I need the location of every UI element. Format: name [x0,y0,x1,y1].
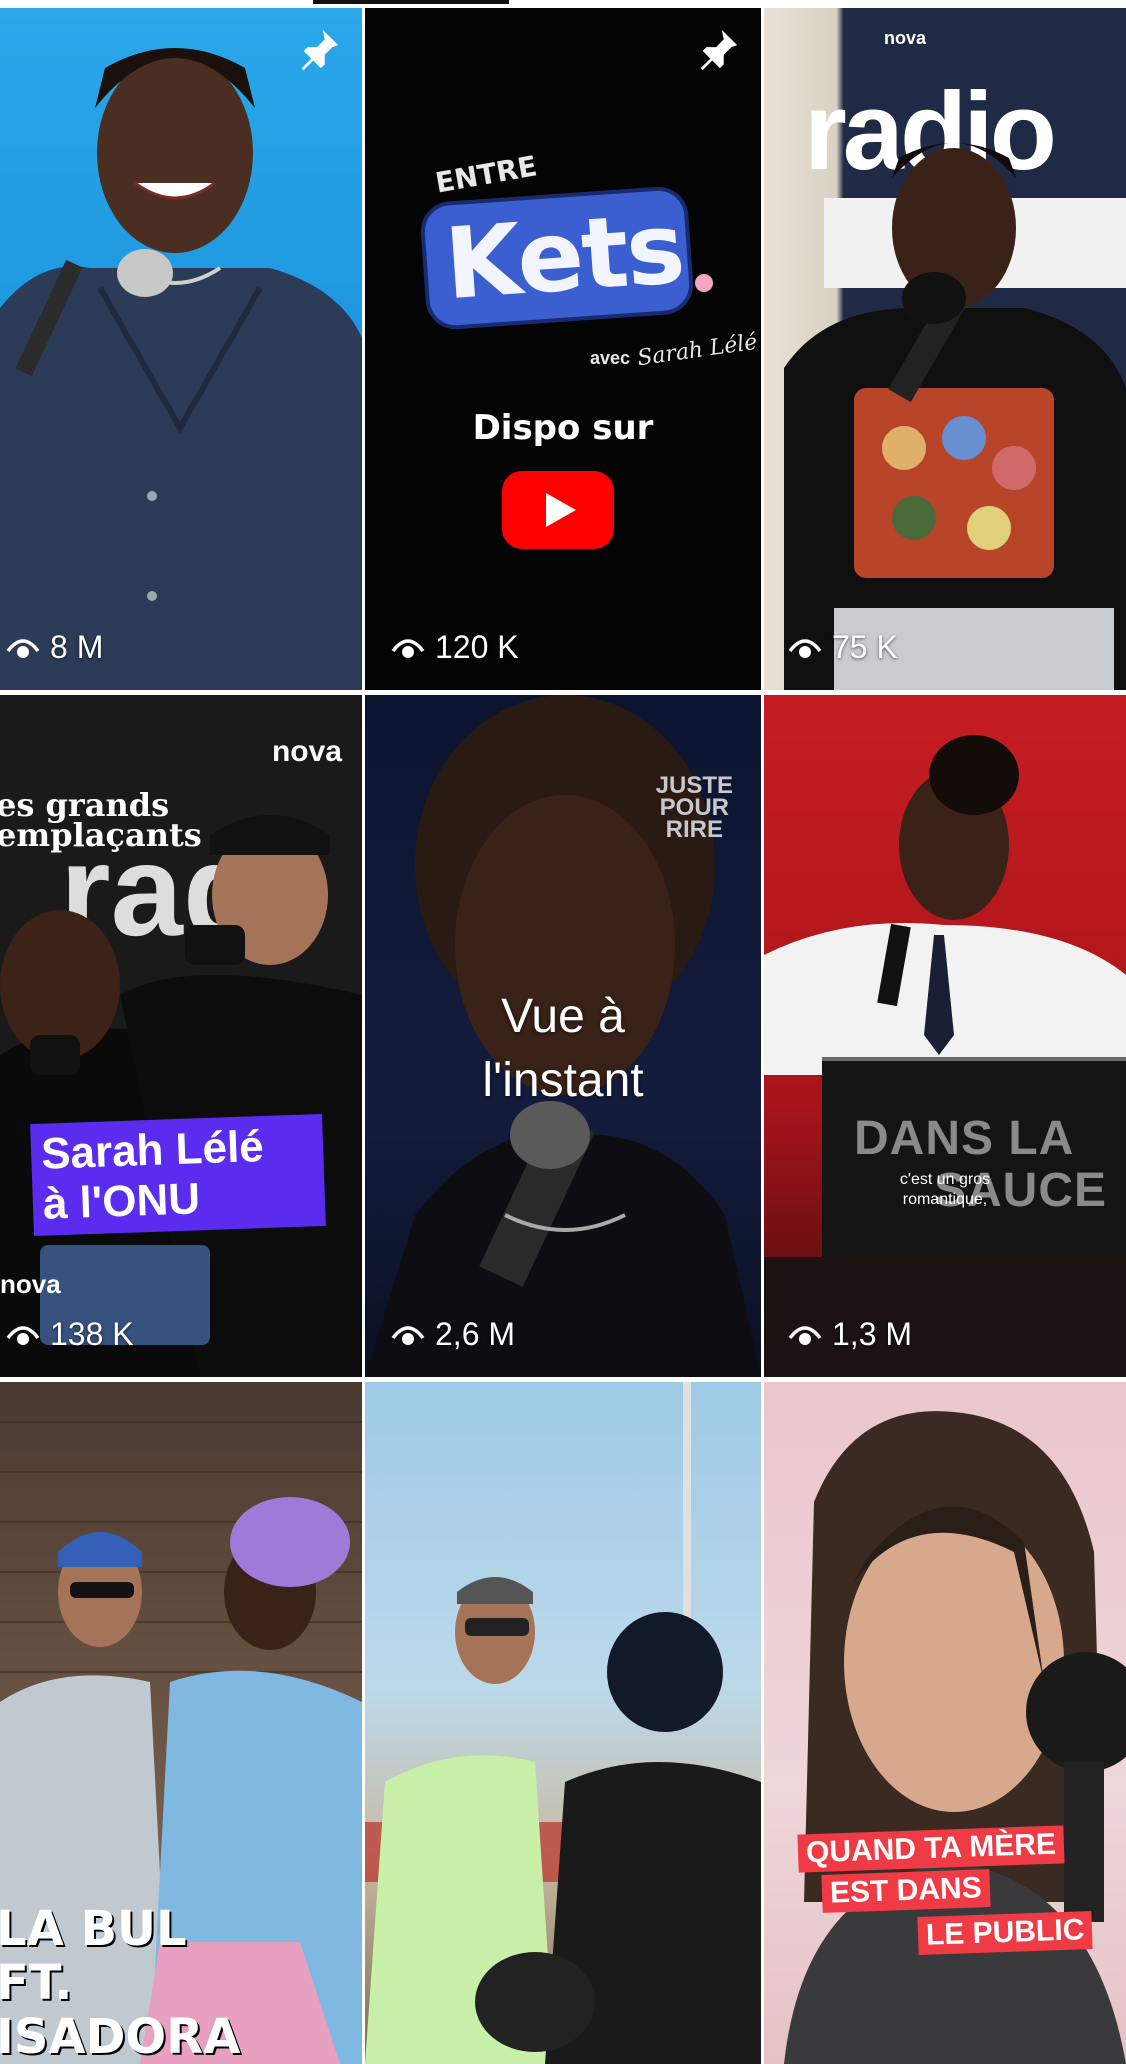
view-count-label: 1,3 M [832,1316,913,1352]
video-subtitle: c'est un gros romantique, [764,1170,1126,1210]
eye-icon [6,638,40,658]
overlay-title: es grands emplaçants [0,789,202,854]
brand-top-text: ENTRE [432,149,540,200]
video-tile[interactable]: ENTRE Kets avec Sarah Lélé Dispo sur 120… [365,8,761,690]
caption-text: Dispo sur [472,408,654,448]
thumbnail-image [764,735,1126,1377]
view-count: 2,6 M [391,1316,515,1353]
eye-icon [788,638,822,658]
video-tile[interactable]: JUSTE POUR RIRE Vue à l'instant 2,6 M [365,695,761,1377]
view-count-label: 75 K [832,629,898,665]
watermark: JUSTE POUR RIRE [656,774,733,843]
video-grid: 8 M ENTRE Kets avec Sarah Lélé Dispo sur… [0,8,1126,2064]
video-tile[interactable]: nova radio 75 K [764,8,1126,690]
brand-signature: Sarah Lélé [635,329,759,372]
view-count: 138 K [6,1316,134,1353]
overlay-title-line: emplaçants [0,816,202,854]
subtitle-line: romantique, [902,1191,988,1208]
view-count-label: 2,6 M [435,1316,516,1352]
eye-icon [6,1325,40,1345]
pin-icon [301,29,339,71]
video-tile[interactable]: DANS LA SAUCE c'est un gros romantique, … [764,695,1126,1377]
thumbnail-image [784,143,1126,690]
eye-icon [391,1325,425,1345]
subtitle-line: c'est un gros [899,1171,991,1188]
podium-sign-line: DANS LA [854,1112,1075,1165]
eye-icon [391,638,425,658]
youtube-icon [502,471,614,549]
watched-now-label: Vue à l'instant [365,985,761,1113]
brand-main-text: Kets [441,191,687,323]
view-count-label: 138 K [50,1316,134,1352]
view-count-label: 8 M [50,629,104,665]
view-count: 1,3 M [788,1316,912,1353]
corner-logo: nova [0,1269,61,1299]
title-banner: Sarah Lélé à l'ONU [30,1113,326,1237]
banner-line: à l'ONU [42,1174,201,1229]
video-tile[interactable]: radi nova es grands emplaçants Sarah Lél… [0,695,362,1377]
overlay-title-line: LA BUL [0,1901,187,1957]
view-count: 75 K [788,629,898,666]
logo-small: nova [271,735,342,768]
top-status-bar [0,0,1126,8]
brand-dot [695,274,713,292]
overlay-title: LA BUL FT. ISADORA [0,1902,240,2064]
banner-line: LE PUBLIC [917,1910,1093,1956]
title-banner: QUAND TA MÈRE EST DANS LE PUBLIC [797,1825,1093,1956]
overlay-title-line: ISADORA [0,2009,241,2064]
thumbnail-image [0,48,362,690]
watched-now-line: Vue à [501,990,625,1043]
tab-indicator [313,0,509,4]
banner-line: EST DANS [821,1869,991,1913]
watched-now-line: l'instant [482,1054,644,1107]
pin-icon [700,29,738,71]
brand-by-text: avec [590,348,631,368]
view-count-label: 120 K [435,629,519,665]
video-tile[interactable]: 8 M [0,8,362,690]
view-count: 120 K [391,629,519,666]
banner-line: QUAND TA MÈRE [797,1825,1065,1873]
overlay-title-line: FT. [0,1955,73,2011]
eye-icon [788,1325,822,1345]
watermark-line: RIRE [665,816,723,843]
view-count: 8 M [6,629,103,666]
